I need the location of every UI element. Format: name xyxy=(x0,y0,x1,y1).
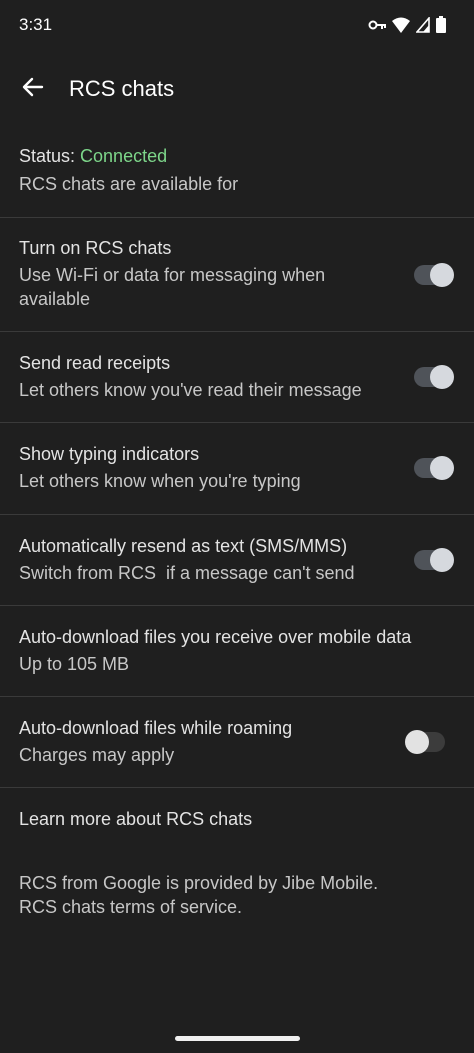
footer-provider-text: RCS from Google is provided by Jibe Mobi… xyxy=(19,873,379,893)
setting-title: Automatically resend as text (SMS/MMS) xyxy=(19,536,348,556)
status-subtitle: RCS chats are available for xyxy=(19,174,239,194)
setting-turn-on-rcs[interactable]: Turn on RCS chats Use Wi-Fi or data for … xyxy=(0,218,474,331)
learn-more-label: Learn more about RCS chats xyxy=(19,809,253,829)
status-icons xyxy=(368,16,446,33)
app-bar: RCS chats xyxy=(0,60,474,120)
toggle-thumb xyxy=(430,548,454,572)
gesture-nav-handle[interactable] xyxy=(175,1036,300,1041)
setting-read-receipts[interactable]: Send read receipts Let others know you'v… xyxy=(0,332,474,422)
read-receipts-toggle[interactable] xyxy=(414,365,454,389)
status-line: Status: Connected xyxy=(19,146,167,167)
status-label: Status: xyxy=(19,146,81,166)
setting-title: Show typing indicators xyxy=(19,444,200,464)
wifi-icon xyxy=(392,17,410,33)
learn-more-link[interactable]: Learn more about RCS chats xyxy=(0,788,474,850)
setting-auto-download-mobile[interactable]: Auto-download files you receive over mob… xyxy=(0,606,474,696)
toggle-thumb xyxy=(405,730,429,754)
resend-as-text-toggle[interactable] xyxy=(414,548,454,572)
setting-auto-download-roaming[interactable]: Auto-download files while roaming Charge… xyxy=(0,697,474,787)
cell-signal-icon xyxy=(416,16,430,33)
page-title: RCS chats xyxy=(69,76,175,101)
arrow-back-icon xyxy=(22,77,44,102)
typing-indicators-toggle[interactable] xyxy=(414,456,454,480)
roaming-download-toggle[interactable] xyxy=(405,730,445,754)
status-bar: 3:31 xyxy=(0,0,474,52)
toggle-thumb xyxy=(430,456,454,480)
setting-subtitle: Let others know you've read their messag… xyxy=(19,380,362,400)
back-button[interactable] xyxy=(14,70,52,108)
setting-title: Auto-download files while roaming xyxy=(19,718,293,738)
toggle-thumb xyxy=(430,263,454,287)
setting-subtitle: Up to 105 MB xyxy=(19,654,130,674)
setting-subtitle: Charges may apply xyxy=(19,745,175,765)
battery-icon xyxy=(436,16,446,33)
terms-of-service-link[interactable]: RCS chats terms of service. xyxy=(19,895,242,919)
setting-typing-indicators[interactable]: Show typing indicators Let others know w… xyxy=(0,423,474,514)
setting-title: Auto-download files you receive over mob… xyxy=(19,627,412,647)
setting-resend-as-text[interactable]: Automatically resend as text (SMS/MMS) S… xyxy=(0,515,474,605)
setting-title: Send read receipts xyxy=(19,353,171,373)
status-value: Connected xyxy=(80,146,168,166)
setting-subtitle: Use Wi-Fi or data for messaging when ava… xyxy=(19,265,326,309)
setting-subtitle: Switch from RCS if a message can't send xyxy=(19,563,355,583)
toggle-thumb xyxy=(430,365,454,389)
rcs-status: Status: Connected RCS chats are availabl… xyxy=(0,138,474,217)
setting-title: Turn on RCS chats xyxy=(19,238,172,258)
setting-subtitle: Let others know when you're typing xyxy=(19,471,301,491)
rcs-toggle[interactable] xyxy=(414,263,454,287)
status-time: 3:31 xyxy=(19,15,53,34)
vpn-key-icon xyxy=(368,19,386,31)
